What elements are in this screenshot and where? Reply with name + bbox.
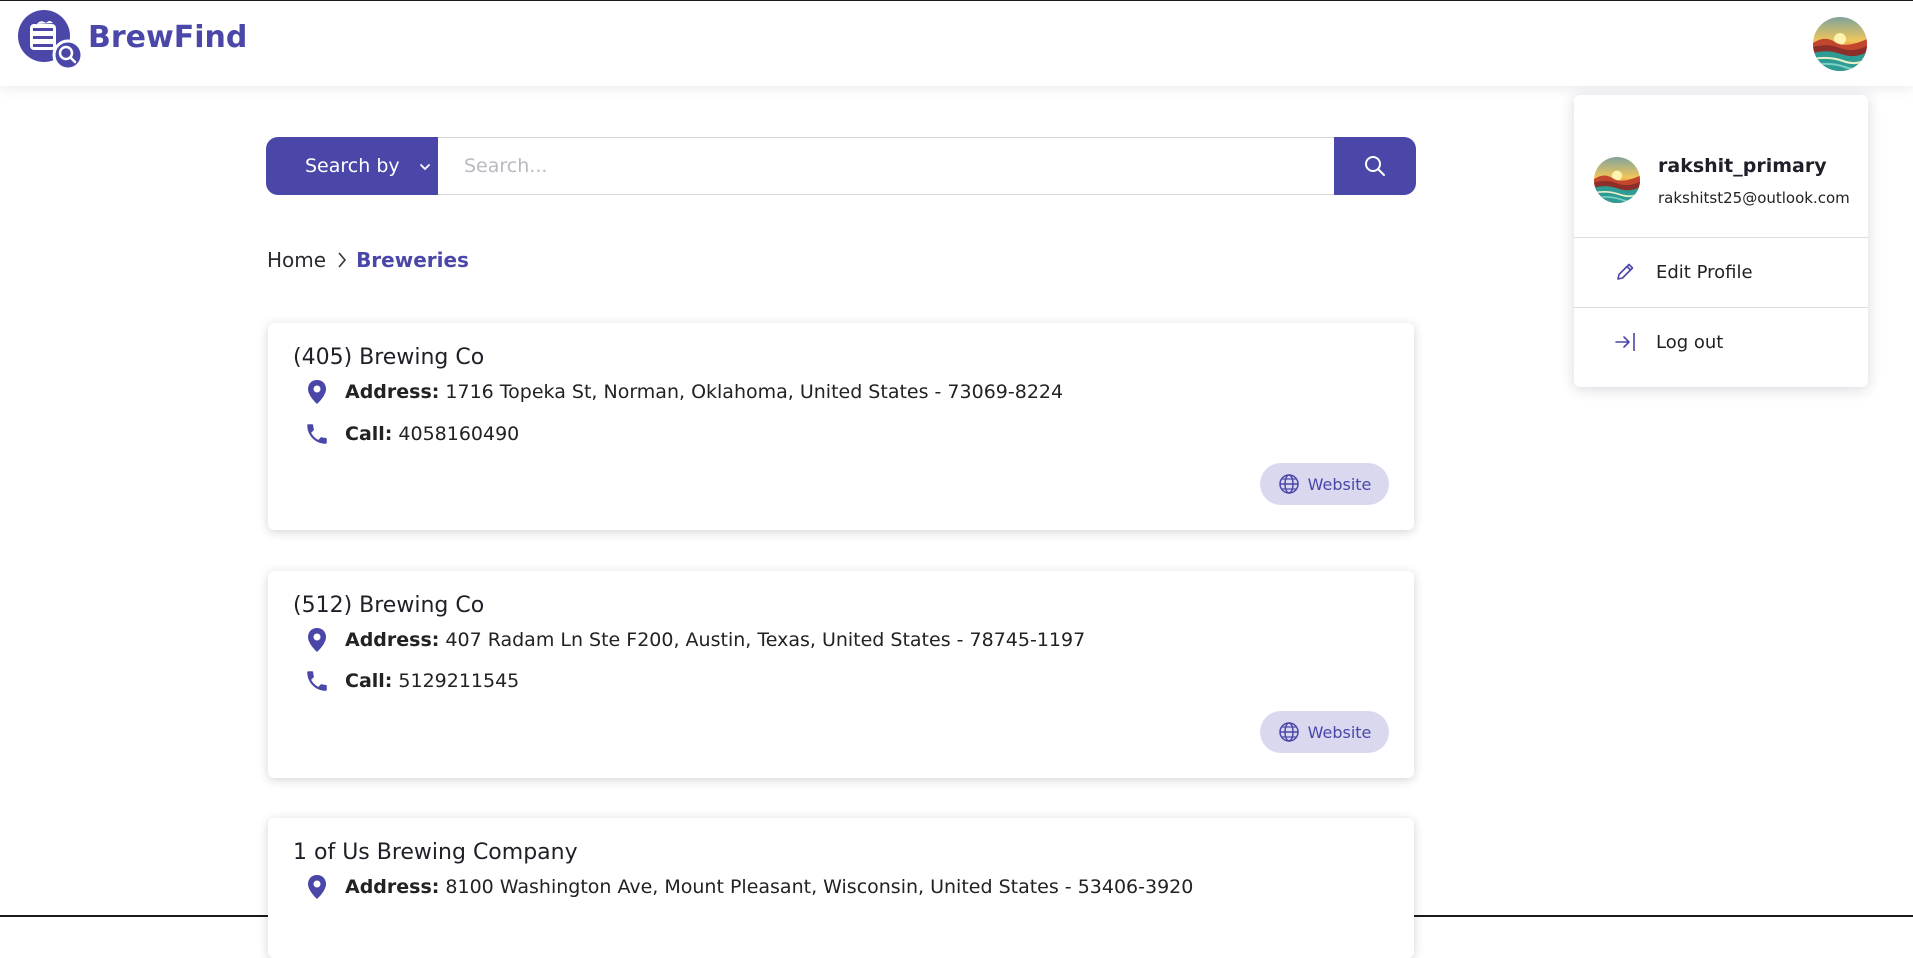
brewery-address: 407 Radam Ln Ste F200, Austin, Texas, Un… [445,629,1086,651]
phone-icon [303,668,331,694]
chevron-down-icon [418,157,432,179]
breadcrumb-home[interactable]: Home [267,248,326,272]
search-icon [1365,156,1385,176]
brewery-call-row: Call: 4058160490 [303,421,519,447]
log-out-menu-item[interactable]: Log out [1614,331,1723,353]
log-out-label: Log out [1656,331,1724,353]
edit-profile-menu-item[interactable]: Edit Profile [1614,261,1753,283]
map-pin-icon [303,379,331,405]
user-email: rakshitst25@outlook.com [1658,189,1850,207]
brewery-address-row: Address: 407 Radam Ln Ste F200, Austin, … [303,627,1085,653]
breadcrumb: Home Breweries [267,248,469,272]
call-label: Call: [345,423,393,445]
brewery-address: 8100 Washington Ave, Mount Pleasant, Wis… [445,876,1194,898]
map-pin-icon [303,874,331,900]
avatar-image-icon [1594,157,1640,203]
search-by-label: Search by [305,155,400,177]
logout-icon [1614,331,1638,353]
brewery-name: 1 of Us Brewing Company [293,840,578,865]
website-button[interactable]: Website [1260,463,1389,505]
search-button[interactable] [1334,137,1416,195]
call-label: Call: [345,670,393,692]
brewery-card: 1 of Us Brewing Company Address: 8100 Wa… [268,818,1414,958]
avatar-image-icon [1813,17,1867,71]
globe-icon [1278,474,1299,494]
brewery-card: (512) Brewing Co Address: 407 Radam Ln S… [268,571,1414,778]
brewery-phone[interactable]: 5129211545 [398,670,519,692]
brand-name: BrewFind [88,19,248,55]
search-input[interactable] [438,137,1334,195]
brewery-address-row: Address: 1716 Topeka St, Norman, Oklahom… [303,379,1063,405]
brand[interactable]: BrewFind [16,9,247,71]
search-by-dropdown[interactable]: Search by [266,137,438,195]
brewery-phone[interactable]: 4058160490 [398,423,519,445]
avatar [1594,157,1640,203]
website-label: Website [1307,722,1372,742]
map-pin-icon [303,627,331,653]
user-dropdown-menu: rakshit_primary rakshitst25@outlook.com … [1574,95,1868,387]
chevron-right-icon [336,250,348,270]
breadcrumb-current: Breweries [356,248,469,272]
brewfind-logo-icon [16,9,84,71]
user-avatar-button[interactable] [1813,17,1867,71]
divider [1574,307,1868,308]
divider [1574,237,1868,238]
address-label: Address: [345,876,440,898]
pencil-icon [1614,261,1638,283]
globe-icon [1278,722,1299,742]
phone-icon [303,421,331,447]
edit-profile-label: Edit Profile [1656,261,1753,283]
brewery-name: (512) Brewing Co [293,593,485,618]
brewery-card: (405) Brewing Co Address: 1716 Topeka St… [268,323,1414,530]
website-button[interactable]: Website [1260,711,1389,753]
address-label: Address: [345,629,440,651]
address-label: Address: [345,381,440,403]
website-label: Website [1307,474,1372,494]
brewery-name: (405) Brewing Co [293,345,485,370]
brewery-call-row: Call: 5129211545 [303,668,519,694]
username: rakshit_primary [1658,155,1827,177]
brewery-address: 1716 Topeka St, Norman, Oklahoma, United… [445,381,1064,403]
top-navbar: BrewFind [0,1,1913,86]
brewery-address-row: Address: 8100 Washington Ave, Mount Plea… [303,874,1193,900]
search-bar: Search by [266,137,1416,195]
